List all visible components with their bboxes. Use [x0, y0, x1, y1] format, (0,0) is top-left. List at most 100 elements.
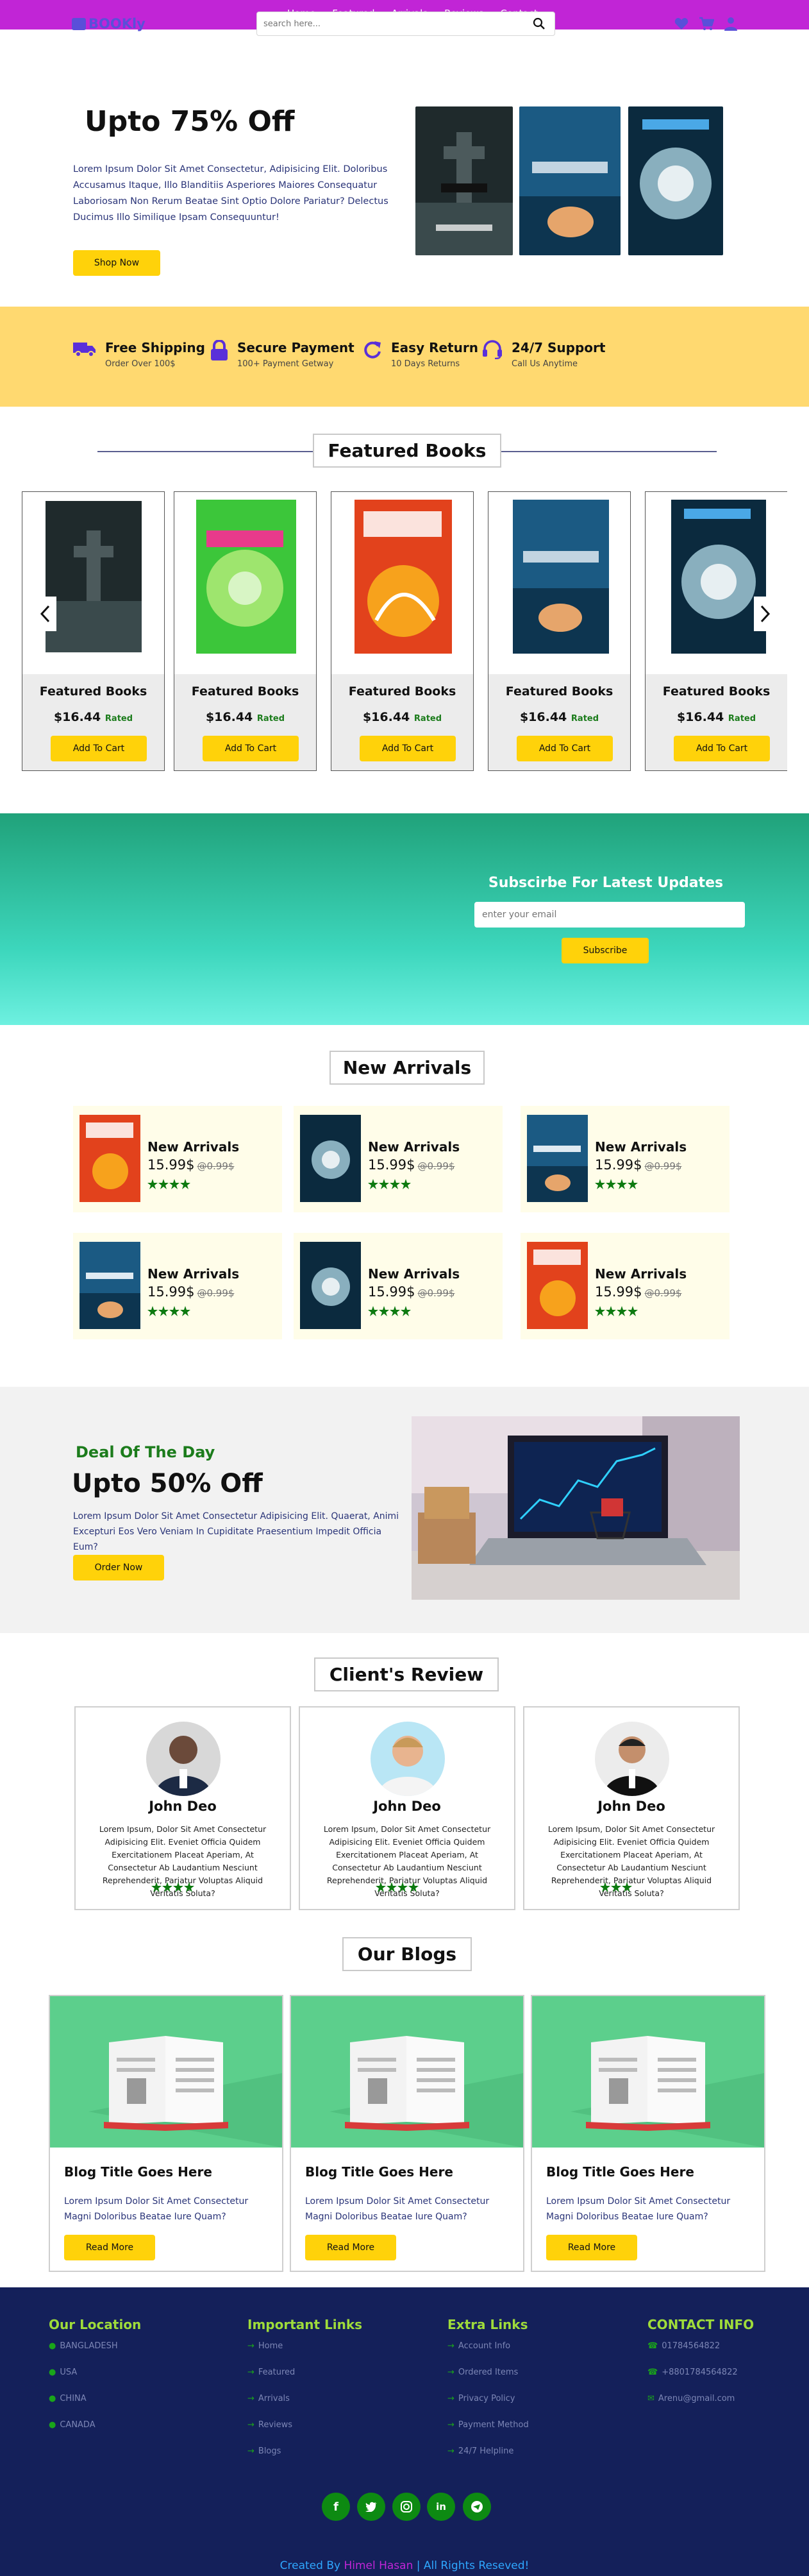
heart-icon[interactable] [674, 17, 688, 30]
blog-book-image [532, 1996, 764, 2148]
chevron-right-icon [760, 605, 771, 623]
arrow-right-icon: → [247, 2368, 254, 2377]
add-to-cart-button[interactable]: Add To Cart [360, 736, 456, 761]
arrival-card[interactable]: New Arrivals 15.99$ @0.99$ [294, 1233, 503, 1339]
footer-link[interactable]: → 24/7 Helpline [447, 2446, 529, 2473]
read-more-button[interactable]: Read More [305, 2235, 396, 2260]
subscribe-title: Subscirbe For Latest Updates [488, 875, 724, 891]
contact-item[interactable]: ✉ Arenu@gmail.com [647, 2394, 754, 2420]
reviewer-name: John Deo [597, 1799, 665, 1814]
featured-heading: Featured Books [313, 434, 501, 468]
credit-suffix: | All Rights Reseved! [413, 2559, 530, 2572]
arrival-card[interactable]: New Arrivals 15.99$ @0.99$ [73, 1233, 282, 1339]
linkedin-icon[interactable]: in [427, 2493, 455, 2521]
add-to-cart-button[interactable]: Add To Cart [674, 736, 770, 761]
footer-extra-links: Extra Links → Account Info → Ordered Items… [447, 2317, 529, 2473]
email-field[interactable] [474, 902, 745, 928]
link-label: Reviews [258, 2420, 293, 2430]
twitter-icon[interactable] [357, 2493, 385, 2521]
arrival-title: New Arrivals [368, 1139, 460, 1155]
arrival-price: 15.99$ @0.99$ [147, 1157, 234, 1173]
card-title: Featured Books [662, 684, 771, 699]
shop-now-button[interactable]: Shop Now [73, 250, 160, 276]
cart-icon[interactable] [699, 17, 714, 31]
avatar [146, 1722, 221, 1796]
telegram-icon[interactable] [463, 2493, 491, 2521]
price-value: 15.99$ [147, 1284, 195, 1300]
price-value: 15.99$ [147, 1157, 195, 1173]
blog-title[interactable]: Blog Title Goes Here [305, 2164, 453, 2180]
footer-link[interactable]: → Privacy Policy [447, 2394, 529, 2420]
blog-card: Blog Title Goes Here Lorem Ipsum Dolor Si… [531, 1995, 765, 2272]
logo[interactable]: BOOKly [72, 16, 146, 31]
search-input[interactable] [263, 13, 520, 34]
benefit-sub: 10 Days Returns [391, 359, 460, 369]
rated-label: Rated [571, 714, 599, 724]
card-price: $16.44 Rated [646, 710, 787, 724]
map-pin-icon: ● [49, 2341, 56, 2351]
arrival-card[interactable]: New Arrivals 15.99$ @0.99$ [73, 1106, 282, 1212]
map-pin-icon: ● [49, 2394, 56, 2403]
footer-link[interactable]: → Reviews [247, 2420, 362, 2446]
add-to-cart-button[interactable]: Add To Cart [203, 736, 299, 761]
arrival-price: 15.99$ @0.99$ [595, 1284, 681, 1300]
footer-link[interactable]: → Featured [247, 2368, 362, 2394]
featured-card: Featured Books $16.44 Rated Add To Cart [645, 491, 787, 771]
price-value: 15.99$ [595, 1157, 642, 1173]
copyright-text: Created By Himel Hasan | All Rights Rese… [0, 2559, 809, 2572]
link-label: 24/7 Helpline [458, 2446, 514, 2456]
footer-link[interactable]: → Home [247, 2341, 362, 2368]
featured-card: Featured Books $16.44 Rated Add To Cart [488, 491, 631, 771]
lock-icon [211, 340, 228, 360]
add-to-cart-button[interactable]: Add To Cart [51, 736, 147, 761]
facebook-icon[interactable]: f [322, 2493, 350, 2521]
avatar [371, 1722, 445, 1796]
read-more-button[interactable]: Read More [64, 2235, 155, 2260]
location-item[interactable]: ● CANADA [49, 2420, 141, 2446]
contact-label: +8801784564822 [662, 2368, 738, 2377]
user-icon[interactable] [724, 17, 737, 31]
contact-item[interactable]: ☎ +8801784564822 [647, 2368, 754, 2394]
star-rating [595, 1179, 638, 1189]
blog-card: Blog Title Goes Here Lorem Ipsum Dolor Si… [49, 1995, 283, 2272]
hero-book-cover-3 [628, 106, 723, 255]
footer-link[interactable]: → Blogs [247, 2446, 362, 2473]
footer-link[interactable]: → Account Info [447, 2341, 529, 2368]
chevron-left-icon [40, 605, 50, 623]
star-rating [600, 1882, 632, 1892]
envelope-icon: ✉ [647, 2394, 655, 2403]
link-label: Arrivals [258, 2394, 290, 2403]
price-value: $16.44 [676, 710, 724, 724]
blog-title[interactable]: Blog Title Goes Here [546, 2164, 694, 2180]
author-link[interactable]: Himel Hasan [344, 2559, 413, 2572]
arrival-card[interactable]: New Arrivals 15.99$ @0.99$ [294, 1106, 503, 1212]
read-more-button[interactable]: Read More [546, 2235, 637, 2260]
location-item[interactable]: ● BANGLADESH [49, 2341, 141, 2368]
contact-label: Arenu@gmail.com [658, 2394, 735, 2403]
subscribe-button[interactable]: Subscribe [562, 938, 649, 963]
arrival-card[interactable]: New Arrivals 15.99$ @0.99$ [521, 1106, 730, 1212]
instagram-icon[interactable] [392, 2493, 421, 2521]
blog-title[interactable]: Blog Title Goes Here [64, 2164, 212, 2180]
carousel-prev-button[interactable] [33, 597, 56, 631]
carousel-next-button[interactable] [754, 597, 777, 631]
rated-label: Rated [104, 714, 133, 724]
arrow-right-icon: → [447, 2394, 455, 2403]
add-to-cart-button[interactable]: Add To Cart [517, 736, 613, 761]
location-item[interactable]: ● CHINA [49, 2394, 141, 2420]
search-icon[interactable] [533, 17, 546, 30]
footer-link[interactable]: → Arrivals [247, 2394, 362, 2420]
contact-item[interactable]: ☎ 01784564822 [647, 2341, 754, 2368]
blog-text: Lorem Ipsum Dolor Sit Amet Consectetur M… [305, 2196, 490, 2222]
benefit-title: Easy Return [391, 340, 478, 355]
arrival-card[interactable]: New Arrivals 15.99$ @0.99$ [521, 1233, 730, 1339]
footer-link[interactable]: → Payment Method [447, 2420, 529, 2446]
benefit-payment: Secure Payment 100+ Payment Getway [210, 340, 354, 369]
link-label: Payment Method [458, 2420, 529, 2430]
benefit-return: Easy Return 10 Days Returns [363, 340, 478, 369]
deal-title: Upto 50% Off [72, 1469, 263, 1498]
avatar [595, 1722, 669, 1796]
footer-link[interactable]: → Ordered Items [447, 2368, 529, 2394]
order-now-button[interactable]: Order Now [73, 1555, 164, 1580]
location-item[interactable]: ● USA [49, 2368, 141, 2394]
